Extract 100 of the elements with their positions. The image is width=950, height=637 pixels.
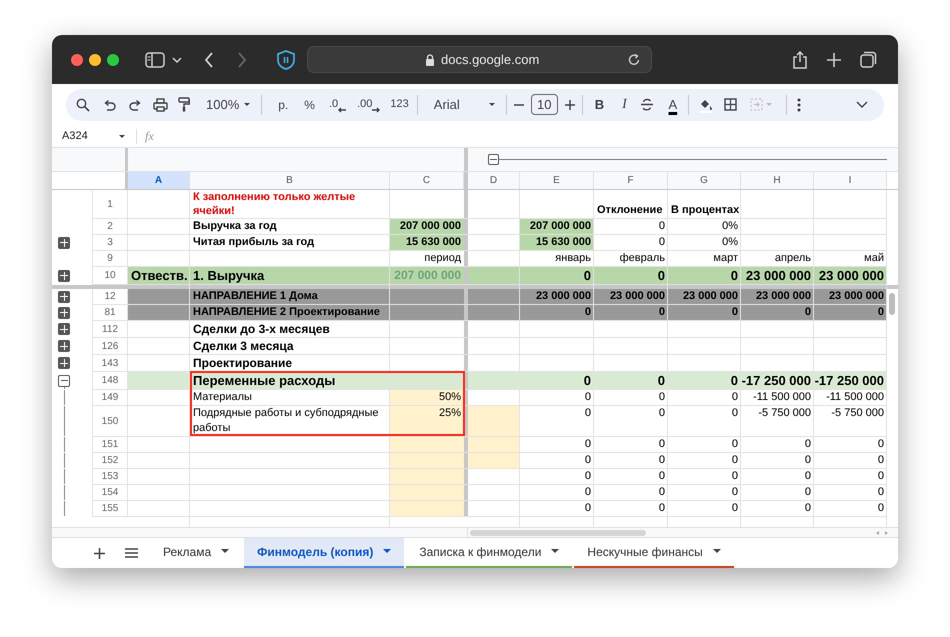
row-number: 1 bbox=[92, 190, 128, 218]
table-cell: 0 bbox=[594, 305, 668, 320]
sheet-tab[interactable]: Финмодель (копия) bbox=[244, 538, 404, 568]
table-cell-text: март bbox=[712, 251, 739, 266]
table-cell-text: 0 bbox=[730, 501, 739, 516]
table-cell-text: 0 bbox=[730, 437, 739, 452]
italic-button[interactable]: I bbox=[618, 92, 631, 116]
table-cell: 23 000 000 bbox=[741, 267, 814, 284]
column-header[interactable]: E bbox=[520, 172, 594, 189]
address-bar[interactable]: docs.google.com bbox=[307, 46, 652, 73]
bold-button[interactable]: B bbox=[590, 92, 608, 116]
table-cell-text: 0 bbox=[658, 485, 666, 500]
row-number: 154 bbox=[92, 485, 128, 500]
sheet-tab[interactable]: Записка к финмодели bbox=[406, 538, 572, 568]
table-cell-text: Сделки до 3-х месяцев bbox=[192, 321, 331, 337]
table-cell-text: апрель bbox=[774, 251, 812, 266]
table-cell: 0 bbox=[520, 305, 594, 320]
percent-format-button[interactable]: % bbox=[300, 92, 319, 116]
table-cell-text: 0 bbox=[804, 453, 812, 468]
formula-label: fx bbox=[145, 128, 154, 145]
sheet-tab[interactable]: Нескучные финансы bbox=[574, 538, 734, 568]
table-cell: 50% bbox=[390, 390, 464, 405]
table-cell-text: 0 bbox=[584, 501, 592, 516]
table-cell: 207 000 000 bbox=[520, 219, 594, 234]
table-cell: НАПРАВЛЕНИЕ 2 Проектирование bbox=[190, 305, 390, 320]
table-cell: -17 250 000 bbox=[814, 372, 887, 389]
row-number: 126 bbox=[92, 338, 128, 354]
table-cell: 23 000 000 bbox=[520, 289, 594, 304]
table-cell: 23 000 000 bbox=[668, 289, 741, 304]
table-cell-text: 0 bbox=[730, 390, 739, 405]
column-header[interactable]: F bbox=[594, 172, 668, 189]
row-number: 148 bbox=[92, 372, 128, 389]
row-number: 149 bbox=[92, 390, 128, 405]
table-cell-text: -11 500 000 bbox=[752, 390, 812, 405]
table-cell-text: 0 bbox=[584, 485, 592, 500]
table-cell-text: 0 bbox=[658, 219, 666, 234]
table-cell: Переменные расходы bbox=[190, 372, 390, 389]
table-cell-text: -11 500 000 bbox=[825, 390, 885, 405]
table-cell: 25% bbox=[390, 406, 464, 436]
column-header[interactable]: D bbox=[468, 172, 520, 189]
zoom-dropdown[interactable]: 100% bbox=[202, 92, 244, 116]
table-cell-text: Материалы bbox=[192, 390, 253, 405]
table-cell-text: 0 bbox=[730, 453, 739, 468]
table-cell: 23 000 000 bbox=[814, 289, 887, 304]
table-cell-text: 0 bbox=[876, 453, 885, 468]
table-cell-text: Читая прибыль за год bbox=[192, 235, 316, 250]
table-cell-text: 0 bbox=[730, 406, 739, 421]
table-cell-text: 0 bbox=[804, 485, 812, 500]
text-color-button[interactable]: A bbox=[664, 92, 682, 116]
number-format-button[interactable]: 123 bbox=[386, 92, 413, 116]
row-number: 143 bbox=[92, 355, 128, 371]
table-cell-text: Отклонение bbox=[596, 203, 664, 218]
table-cell-text: Проектирование bbox=[192, 355, 294, 371]
decrease-decimals-button[interactable]: .0 bbox=[324, 92, 338, 116]
row-number: 9 bbox=[92, 251, 128, 266]
row-number: 153 bbox=[92, 469, 128, 484]
column-header[interactable]: I bbox=[814, 172, 887, 189]
column-header[interactable]: G bbox=[668, 172, 741, 189]
table-cell: 0 bbox=[594, 267, 668, 284]
column-header[interactable]: H bbox=[741, 172, 814, 189]
table-cell: НАПРАВЛЕНИЕ 1 Дома bbox=[190, 289, 390, 304]
row-number: 151 bbox=[92, 437, 128, 452]
table-cell: 207 000 000 bbox=[390, 267, 464, 284]
font-dropdown[interactable]: Arial bbox=[430, 92, 488, 116]
table-cell-text: 0 bbox=[584, 406, 592, 421]
row-number: 81 bbox=[92, 305, 128, 320]
table-cell-text: -5 750 000 bbox=[757, 406, 812, 421]
table-cell-text: 0 bbox=[584, 469, 592, 484]
table-cell-text: 0 bbox=[804, 501, 812, 516]
increase-decimals-button[interactable]: .00 bbox=[353, 92, 372, 116]
row-number: 112 bbox=[92, 321, 128, 337]
table-cell-text: май bbox=[863, 251, 885, 266]
table-cell: 23 000 000 bbox=[741, 289, 814, 304]
table-cell-text: 0 bbox=[584, 437, 592, 452]
table-cell-text: 0 bbox=[876, 437, 885, 452]
table-cell-text: 0 bbox=[876, 501, 885, 516]
font-size-field[interactable]: 10 bbox=[530, 94, 558, 115]
table-cell: 0 bbox=[668, 372, 741, 389]
row-number: 10 bbox=[92, 267, 128, 284]
name-box[interactable]: A324 bbox=[62, 128, 118, 144]
table-cell: 23 000 000 bbox=[814, 267, 887, 284]
table-cell-text: 0 bbox=[804, 437, 812, 452]
table-cell-text: 0 bbox=[584, 453, 592, 468]
table-cell: 23 000 000 bbox=[594, 289, 668, 304]
table-cell-text: 0 bbox=[804, 469, 812, 484]
column-header[interactable]: C bbox=[390, 172, 464, 189]
sheet-tab[interactable]: Реклама bbox=[150, 538, 242, 568]
table-cell-text: -5 750 000 bbox=[830, 406, 885, 421]
row-number: 152 bbox=[92, 453, 128, 468]
url-text: docs.google.com bbox=[441, 50, 540, 69]
table-cell: 15 630 000 bbox=[390, 235, 464, 250]
table-cell: 1. Выручка bbox=[190, 267, 390, 284]
column-header[interactable]: B bbox=[190, 172, 390, 189]
currency-format-button[interactable]: р. bbox=[274, 92, 292, 116]
column-header[interactable]: A bbox=[128, 172, 190, 189]
table-cell: 0 bbox=[741, 305, 814, 320]
table-cell-text: 0 bbox=[730, 485, 739, 500]
table-cell-text: В процентах bbox=[670, 203, 740, 218]
row-number: 3 bbox=[92, 235, 128, 250]
row-number: 150 bbox=[92, 406, 128, 436]
